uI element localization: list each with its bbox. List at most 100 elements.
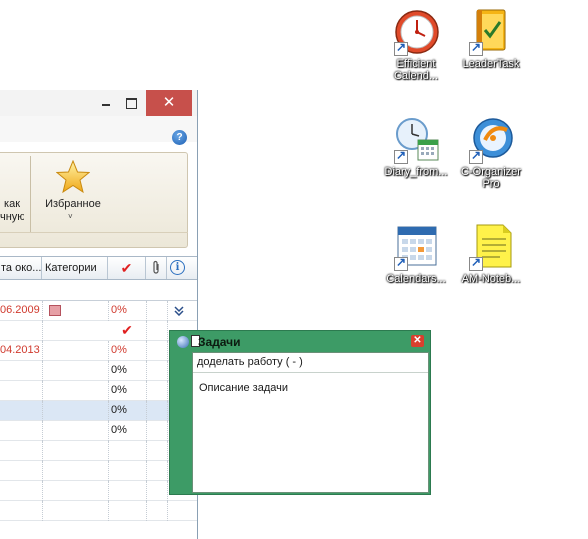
category-cell <box>42 381 108 401</box>
info-cell <box>167 501 189 521</box>
task-subject-field[interactable]: доделать работу ( - ) <box>193 353 428 373</box>
progress-cell: 0% <box>108 421 146 441</box>
attachment-cell <box>146 381 167 401</box>
favorites-label: Избранное <box>45 198 101 210</box>
attachment-cell <box>146 421 167 441</box>
date-cell <box>0 381 42 401</box>
category-color-swatch <box>49 305 61 316</box>
ribbon-tab-bar <box>0 116 197 142</box>
icon-label: Calend... <box>393 70 439 82</box>
chevron-down-icon: ˅ <box>68 212 73 221</box>
c-organizer-icon <box>467 116 515 164</box>
date-cell <box>0 421 42 441</box>
date-cell <box>0 401 42 421</box>
date-cell: 06.2009 <box>0 304 40 316</box>
progress-cell <box>108 461 146 481</box>
attachment-cell <box>146 361 167 381</box>
progress-cell <box>108 501 146 521</box>
star-icon <box>56 160 90 194</box>
progress-cell <box>108 441 146 461</box>
shortcut-arrow-icon <box>394 148 408 164</box>
progress-cell <box>108 481 146 501</box>
calendar-clock-icon <box>392 116 440 164</box>
column-header-info[interactable]: i <box>167 257 189 279</box>
ribbon-truncated-label[interactable]: как <box>0 198 20 211</box>
category-cell <box>42 461 108 481</box>
attachment-cell <box>146 481 167 501</box>
desktop-shortcut-leadertask[interactable]: LeaderTask <box>455 8 527 70</box>
column-header-date[interactable]: та око... <box>0 257 42 279</box>
task-description[interactable]: Описание задачи <box>199 382 288 394</box>
date-cell <box>0 361 42 381</box>
category-cell <box>42 441 108 461</box>
close-icon[interactable]: ✕ <box>411 335 424 347</box>
ribbon-truncated-label[interactable]: чную <box>0 211 24 224</box>
category-cell <box>42 321 108 341</box>
icon-label: Pro <box>482 178 500 190</box>
column-header-complete[interactable]: ✔ <box>108 257 146 279</box>
desktop-shortcut-calendars[interactable]: Calendars... <box>380 223 452 285</box>
attachment-cell <box>146 501 167 521</box>
date-cell: 04.2013 <box>0 344 40 356</box>
clock-icon <box>392 8 440 56</box>
category-cell <box>42 361 108 381</box>
date-cell <box>0 321 42 341</box>
category-cell <box>42 421 108 441</box>
shortcut-arrow-icon <box>394 40 408 56</box>
icon-label: Diary_from... <box>384 166 448 178</box>
table-row[interactable] <box>0 501 197 521</box>
paperclip-icon <box>153 260 159 274</box>
group-row[interactable] <box>0 281 197 301</box>
icon-label: C-Organizer <box>461 166 521 178</box>
attachment-cell <box>146 461 167 481</box>
grid-header: та око... Категории ✔ i <box>0 256 197 280</box>
icon-label: Efficient <box>396 58 436 70</box>
pin-icon[interactable] <box>177 336 189 348</box>
calendar-icon <box>392 223 440 271</box>
leadertask-icon <box>467 8 515 56</box>
progress-cell: 0% <box>108 401 146 421</box>
check-icon[interactable]: ✔ <box>108 321 146 341</box>
desktop-shortcut-c-organizer[interactable]: C-Organizer Pro <box>455 116 527 190</box>
note-title: Задачи <box>198 335 241 349</box>
ribbon-group-footer <box>0 232 188 246</box>
progress-cell: 0% <box>108 341 146 361</box>
desktop-shortcut-am-notebook[interactable]: AM-Noteb... <box>455 223 527 285</box>
column-header-attachment[interactable] <box>146 257 167 279</box>
task-note-window[interactable]: Задачи ✕ доделать работу ( - ) Описание … <box>169 330 431 495</box>
category-cell <box>42 481 108 501</box>
shortcut-arrow-icon <box>469 148 483 164</box>
maximize-button[interactable] <box>120 90 142 116</box>
icon-label: Calendars... <box>386 273 446 285</box>
attachment-cell <box>146 301 167 321</box>
category-cell <box>42 341 108 361</box>
info-icon: i <box>170 260 185 275</box>
column-header-categories[interactable]: Категории <box>42 257 108 279</box>
note-content[interactable]: доделать работу ( - ) Описание задачи <box>192 352 429 493</box>
shortcut-arrow-icon <box>469 255 483 271</box>
ribbon-separator <box>30 156 31 232</box>
minimize-button[interactable] <box>95 90 117 116</box>
progress-cell: 0% <box>108 381 146 401</box>
attachment-cell <box>146 341 167 361</box>
shortcut-arrow-icon <box>469 40 483 56</box>
icon-label: LeaderTask <box>462 58 520 70</box>
expand-icon[interactable] <box>167 301 189 321</box>
shortcut-arrow-icon <box>394 255 408 271</box>
category-cell <box>42 301 108 321</box>
desktop-shortcut-diary[interactable]: Diary_from... <box>380 116 452 178</box>
category-cell <box>42 401 108 421</box>
category-cell <box>42 501 108 521</box>
close-button[interactable]: ✕ <box>146 90 192 116</box>
attachment-cell <box>146 401 167 421</box>
title-bar: ✕ <box>0 90 197 116</box>
icon-label: AM-Noteb... <box>461 273 521 285</box>
notebook-icon <box>467 223 515 271</box>
progress-cell: 0% <box>108 361 146 381</box>
help-icon[interactable]: ? <box>172 130 187 145</box>
desktop-shortcut-efficient-calendar[interactable]: Efficient Calend... <box>380 8 452 82</box>
table-row[interactable]: 06.2009 0% <box>0 301 197 321</box>
attachment-cell <box>146 441 167 461</box>
favorites-button[interactable]: Избранное ˅ <box>36 158 116 228</box>
progress-cell: 0% <box>108 301 146 321</box>
